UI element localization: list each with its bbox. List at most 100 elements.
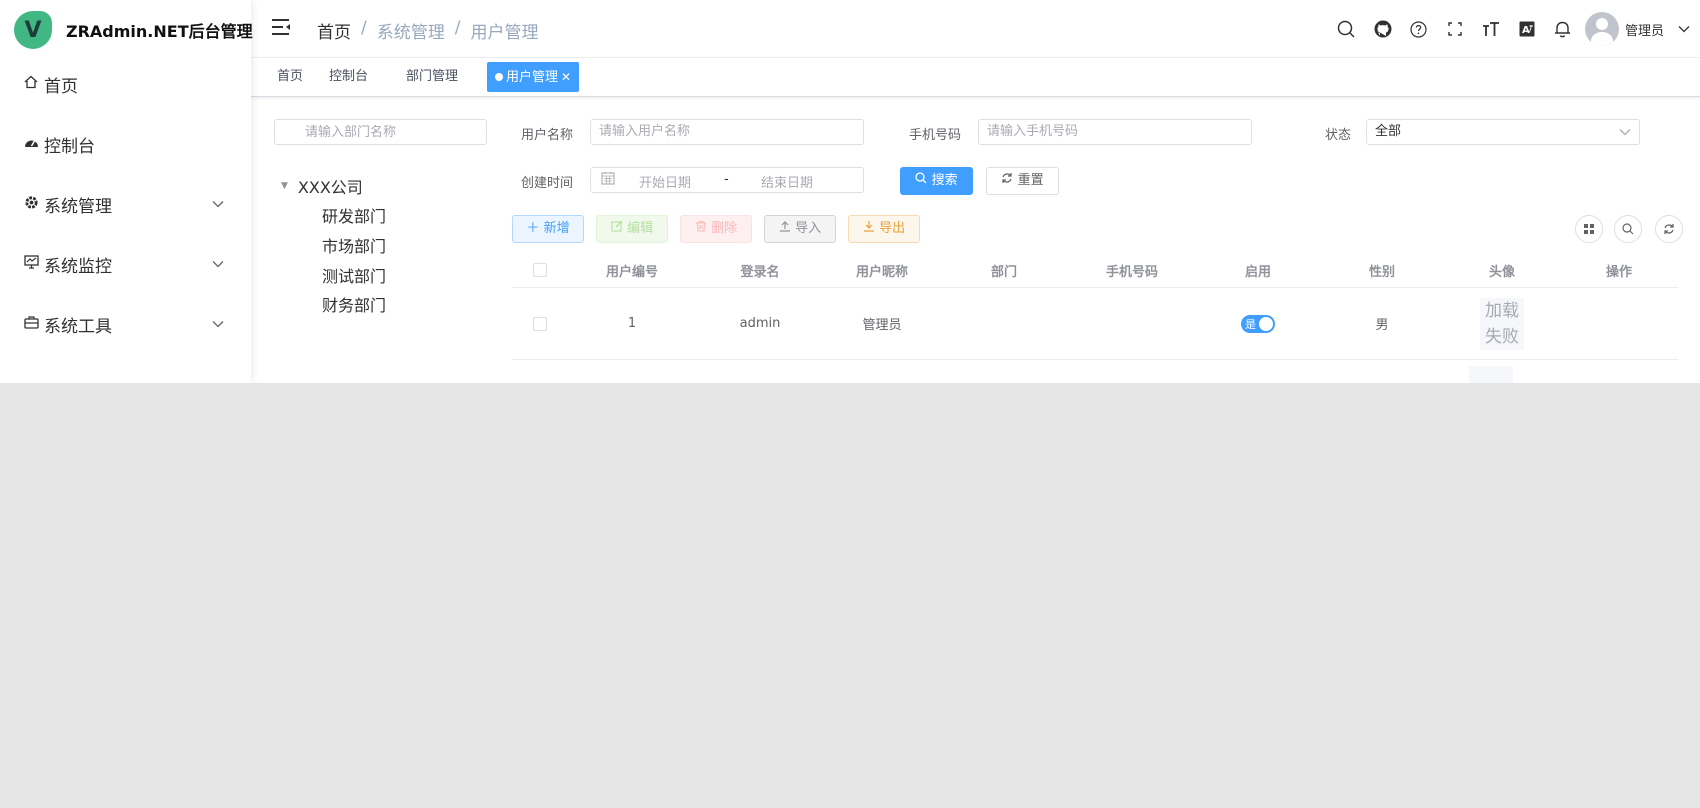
- sidebar-item-home[interactable]: 首页: [0, 64, 251, 104]
- gender-cell: 男: [1375, 318, 1389, 333]
- settings-icon: [22, 195, 40, 214]
- table-row: 1 admin 管理员 是 男 加载 失败: [512, 288, 1678, 360]
- help-icon[interactable]: [1401, 14, 1437, 44]
- navbar-actions: A 管理员: [1329, 10, 1690, 48]
- search-button[interactable]: 搜索: [900, 167, 973, 195]
- dept-search-input[interactable]: 请输入部门名称: [274, 119, 487, 145]
- font-size-icon[interactable]: [1473, 14, 1509, 44]
- username-label: 用户名称: [521, 128, 574, 143]
- tree-node[interactable]: 财务部门: [322, 292, 386, 316]
- sidebar: V ZRAdmin.NET后台管理 首页 控制台 系统管理 系统监控 系统工具: [0, 0, 253, 383]
- row-checkbox[interactable]: [533, 316, 547, 331]
- import-button[interactable]: 导入: [764, 215, 836, 243]
- column-header: 用户编号: [605, 264, 658, 280]
- chevron-down-icon[interactable]: [1678, 22, 1690, 36]
- download-icon: [863, 221, 879, 236]
- calendar-icon: [601, 171, 615, 185]
- columns-toggle-icon[interactable]: [1575, 215, 1603, 243]
- close-icon[interactable]: ✕: [561, 70, 571, 84]
- caret-down-icon[interactable]: ▼: [281, 181, 288, 191]
- breadcrumb-separator: /: [454, 18, 461, 38]
- fullscreen-icon[interactable]: [1437, 14, 1473, 44]
- search-icon[interactable]: [1329, 14, 1365, 44]
- edit-button-label: 编辑: [627, 221, 654, 236]
- tree-node[interactable]: 市场部门: [322, 233, 386, 257]
- tag-user-management[interactable]: 用户管理 ✕: [487, 62, 580, 92]
- column-header: 登录名: [740, 264, 780, 280]
- switch-text: 是: [1245, 317, 1256, 331]
- end-date-input[interactable]: 结束日期: [761, 172, 813, 191]
- sidebar-item-label: 系统管理: [44, 196, 112, 217]
- created-time-label: 创建时间: [521, 176, 574, 191]
- user-name[interactable]: 管理员: [1625, 20, 1664, 39]
- header-checkbox-cell[interactable]: [512, 253, 568, 287]
- sidebar-item-system-monitor[interactable]: 系统监控: [0, 244, 251, 284]
- chevron-down-icon: [212, 257, 224, 271]
- avatar[interactable]: [1584, 12, 1619, 46]
- language-icon[interactable]: A: [1509, 14, 1545, 44]
- row-checkbox-cell[interactable]: [512, 288, 568, 359]
- tag-label: 首页: [277, 69, 304, 84]
- search-button-label: 搜索: [931, 173, 958, 188]
- load-failed-text: 失败: [1485, 326, 1519, 347]
- dept-cell: [940, 288, 1068, 359]
- bell-icon[interactable]: [1545, 14, 1581, 44]
- refresh-icon[interactable]: [1655, 215, 1683, 243]
- tags-view: 首页 控制台 部门管理 用户管理 ✕: [251, 58, 1700, 97]
- breadcrumb-item-home[interactable]: 首页: [317, 18, 351, 43]
- navbar: 首页 / 系统管理 / 用户管理 A 管理员: [251, 0, 1700, 58]
- enabled-switch[interactable]: 是: [1241, 314, 1275, 333]
- edit-icon: [611, 220, 627, 236]
- active-dot-icon: [495, 72, 503, 81]
- hamburger-toggle-icon[interactable]: [271, 18, 291, 38]
- phone-input[interactable]: 请输入手机号码: [978, 119, 1252, 145]
- nickname-cell: 管理员: [862, 318, 902, 333]
- username-input[interactable]: 请输入用户名称: [590, 119, 864, 145]
- github-icon[interactable]: [1365, 14, 1401, 44]
- tree-node-label: XXX公司: [297, 178, 363, 197]
- status-select-value: 全部: [1375, 124, 1402, 139]
- edit-button[interactable]: 编辑: [596, 215, 668, 243]
- tree-node-root[interactable]: ▼ XXX公司: [281, 174, 363, 198]
- export-button[interactable]: 导出: [848, 215, 920, 243]
- tree-node[interactable]: 测试部门: [322, 263, 386, 287]
- sidebar-item-system-tools[interactable]: 系统工具: [0, 304, 251, 344]
- phone-label: 手机号码: [909, 128, 962, 143]
- column-header: 操作: [1605, 264, 1632, 280]
- phone-cell: [1068, 288, 1196, 359]
- select-all-checkbox[interactable]: [533, 263, 547, 277]
- dashboard-icon: [22, 135, 40, 153]
- tag-dept-management[interactable]: 部门管理: [400, 62, 464, 92]
- tag-label: 部门管理: [406, 69, 459, 84]
- toggle-search-icon[interactable]: [1614, 215, 1642, 243]
- actions-cell: [1560, 288, 1678, 359]
- app-window: V ZRAdmin.NET后台管理 首页 控制台 系统管理 系统监控 系统工具 …: [0, 0, 1700, 383]
- reset-button-label: 重置: [1017, 173, 1044, 188]
- trash-icon: [695, 220, 711, 236]
- tree-node[interactable]: 研发部门: [322, 203, 386, 227]
- avatar-load-failed: 加载 失败: [1480, 297, 1524, 350]
- toolbox-icon: [22, 315, 40, 333]
- switch-knob: [1259, 316, 1273, 331]
- column-header: 部门: [990, 264, 1017, 280]
- add-button-label: 新增: [543, 221, 570, 236]
- sidebar-item-dashboard[interactable]: 控制台: [0, 124, 251, 164]
- tag-label: 控制台: [329, 69, 369, 84]
- import-button-label: 导入: [795, 221, 822, 236]
- tag-dashboard[interactable]: 控制台: [323, 62, 374, 92]
- sidebar-item-system-management[interactable]: 系统管理: [0, 184, 251, 224]
- tag-home[interactable]: 首页: [271, 62, 309, 92]
- delete-button[interactable]: 删除: [680, 215, 752, 243]
- range-separator: -: [724, 172, 729, 187]
- column-header: 头像: [1488, 264, 1515, 280]
- logo[interactable]: V ZRAdmin.NET后台管理: [14, 11, 253, 49]
- add-button[interactable]: ＋ 新增: [512, 215, 584, 243]
- avatar-cell: 加载 失败: [1444, 288, 1560, 359]
- home-icon: [22, 75, 40, 93]
- date-range-picker[interactable]: 开始日期 - 结束日期: [590, 167, 864, 193]
- status-select[interactable]: 全部: [1366, 119, 1640, 145]
- user-id-cell: 1: [627, 316, 637, 331]
- start-date-input[interactable]: 开始日期: [639, 172, 691, 191]
- breadcrumb-item-system[interactable]: 系统管理: [377, 18, 445, 43]
- reset-button[interactable]: 重置: [986, 167, 1059, 195]
